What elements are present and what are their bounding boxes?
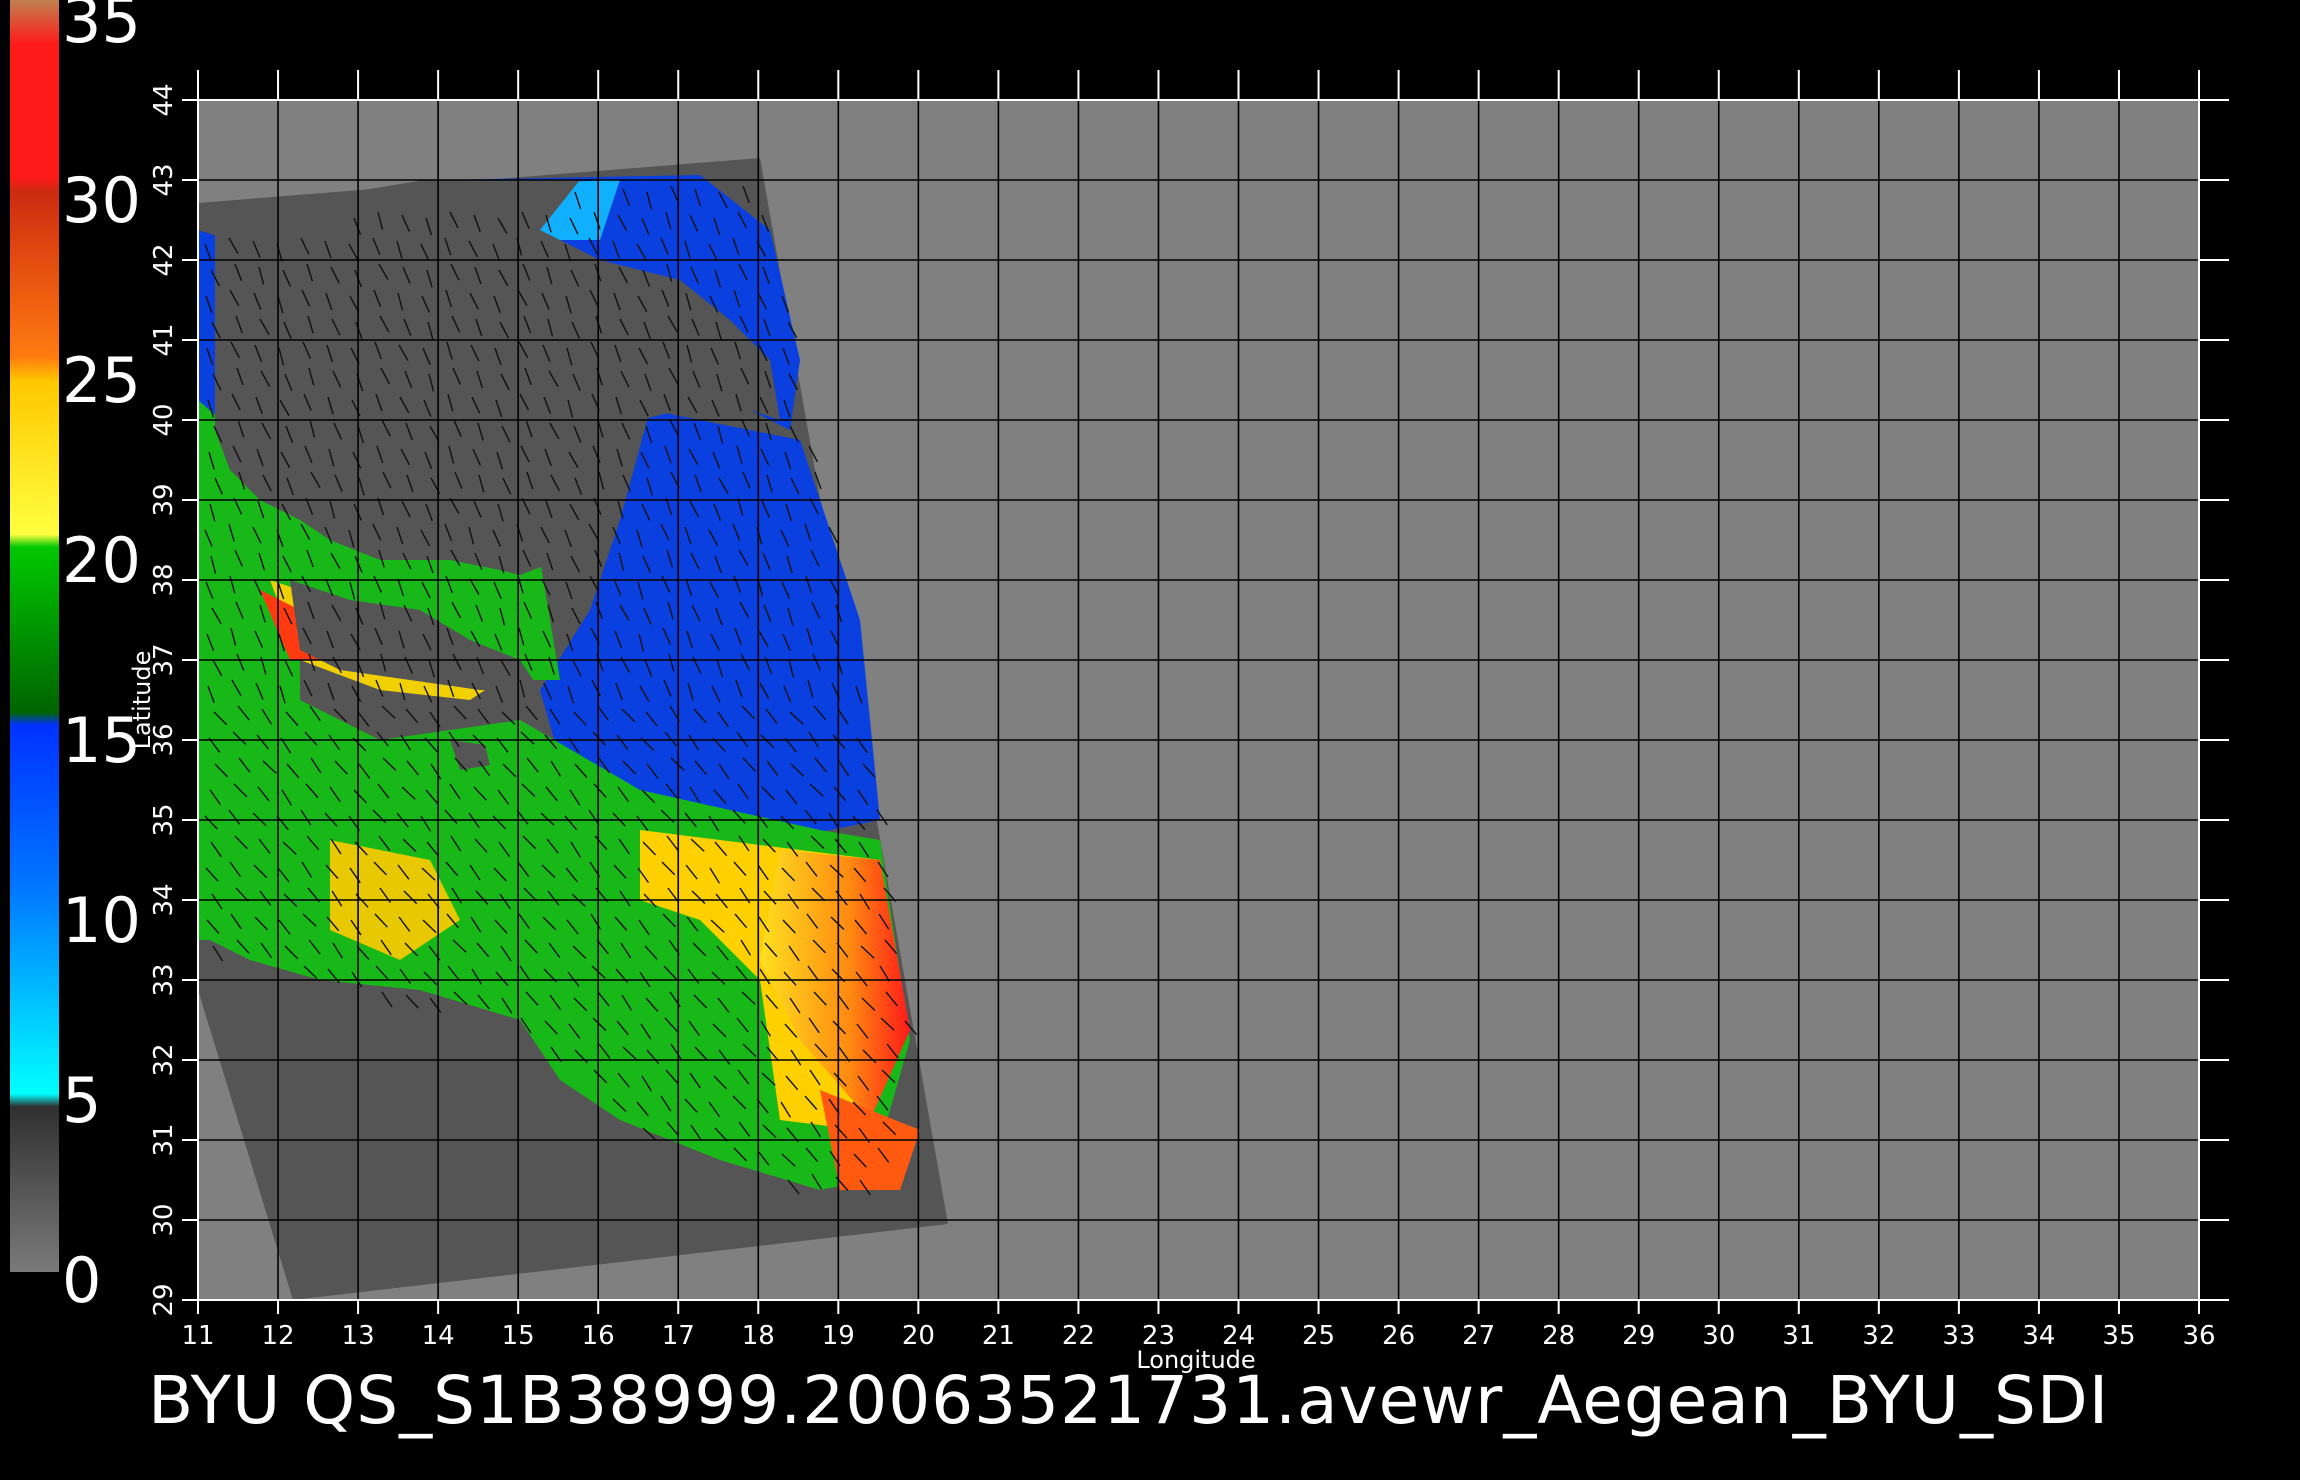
- lat-tick-label-39: 39: [149, 483, 179, 516]
- lon-tick-label-33: 33: [1942, 1321, 1975, 1351]
- lat-tick-label-43: 43: [149, 163, 179, 196]
- scale-label-20: 20: [62, 524, 141, 597]
- lon-tick-label-17: 17: [662, 1321, 695, 1351]
- lat-tick-label-29: 29: [149, 1283, 179, 1316]
- scale-label-30: 30: [62, 164, 141, 237]
- lon-tick-label-22: 22: [1062, 1321, 1095, 1351]
- lon-tick-label-32: 32: [1862, 1321, 1895, 1351]
- lon-tick-label-31: 31: [1782, 1321, 1815, 1351]
- color-scale-gradient: [10, 0, 59, 1272]
- lon-tick-label-15: 15: [502, 1321, 535, 1351]
- lat-tick-label-31: 31: [149, 1123, 179, 1156]
- lon-tick-label-26: 26: [1382, 1321, 1415, 1351]
- lon-tick-label-28: 28: [1542, 1321, 1575, 1351]
- scale-label-25: 25: [62, 344, 141, 417]
- lon-tick-label-16: 16: [582, 1321, 615, 1351]
- wind-speed-map: 35 30 25 20 15 10 5 0 11 12 13 14 15 16 17 18 1…: [10, 0, 2229, 1374]
- lat-tick-label-33: 33: [149, 963, 179, 996]
- lon-tick-label-34: 34: [2022, 1321, 2055, 1351]
- y-axis-title: Latitude: [128, 651, 156, 750]
- lat-tick-label-32: 32: [149, 1043, 179, 1076]
- lon-tick-label-30: 30: [1702, 1321, 1735, 1351]
- lat-tick-label-34: 34: [149, 883, 179, 916]
- lon-tick-label-29: 29: [1622, 1321, 1655, 1351]
- lon-tick-label-14: 14: [422, 1321, 455, 1351]
- lon-tick-label-12: 12: [261, 1321, 294, 1351]
- lon-tick-label-27: 27: [1462, 1321, 1495, 1351]
- lat-tick-label-30: 30: [149, 1203, 179, 1236]
- lon-tick-label-11: 11: [181, 1321, 214, 1351]
- lon-tick-label-19: 19: [822, 1321, 855, 1351]
- lon-tick-label-20: 20: [902, 1321, 935, 1351]
- scale-label-0: 0: [62, 1244, 101, 1317]
- lon-tick-label-18: 18: [742, 1321, 775, 1351]
- lon-tick-label-36: 36: [2182, 1321, 2215, 1351]
- scale-label-35: 35: [62, 0, 141, 57]
- lat-tick-label-40: 40: [149, 403, 179, 436]
- lat-tick-label-42: 42: [149, 243, 179, 276]
- color-scale-bar: 35302520151050: [10, 0, 141, 1317]
- lon-tick-label-13: 13: [342, 1321, 375, 1351]
- scale-label-10: 10: [62, 884, 141, 957]
- lat-tick-label-44: 44: [149, 83, 179, 116]
- lon-tick-label-21: 21: [982, 1321, 1015, 1351]
- scale-label-5: 5: [62, 1064, 101, 1137]
- lat-tick-label-35: 35: [149, 803, 179, 836]
- lon-tick-label-25: 25: [1302, 1321, 1335, 1351]
- lon-tick-label-35: 35: [2102, 1321, 2135, 1351]
- lat-tick-label-41: 41: [149, 323, 179, 356]
- image-caption: BYU QS_S1B38999.20063521731.avewr_Aegean…: [148, 1362, 2110, 1439]
- lat-tick-label-38: 38: [149, 563, 179, 596]
